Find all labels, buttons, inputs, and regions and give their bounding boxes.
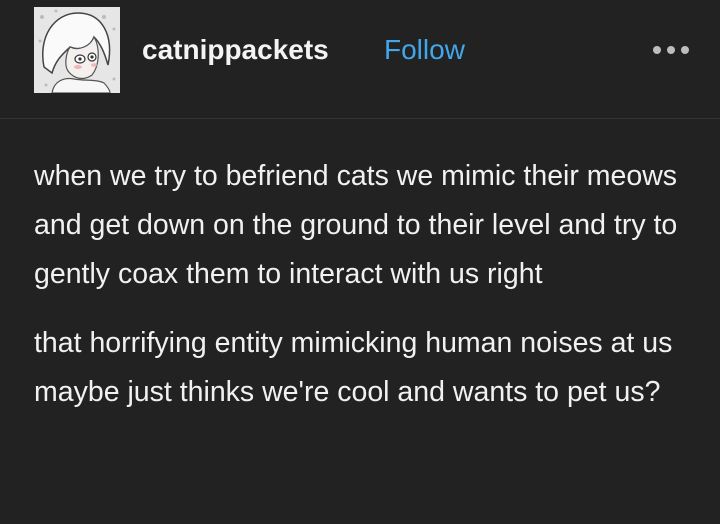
username-link[interactable]: catnippackets [142, 33, 329, 67]
post-paragraph: when we try to befriend cats we mimic th… [34, 160, 678, 290]
ellipsis-icon[interactable] [653, 40, 689, 60]
post-paragraph: that horrifying entity mimicking human n… [34, 327, 673, 408]
avatar-image [34, 7, 120, 93]
ellipsis-dot [667, 46, 675, 54]
post-body: when we try to befriend cats we mimic th… [34, 152, 694, 417]
follow-button[interactable]: Follow [384, 33, 465, 67]
ellipsis-dot [681, 46, 689, 54]
post-header: catnippackets Follow [0, 0, 720, 119]
ellipsis-dot [653, 46, 661, 54]
avatar[interactable] [34, 7, 120, 93]
